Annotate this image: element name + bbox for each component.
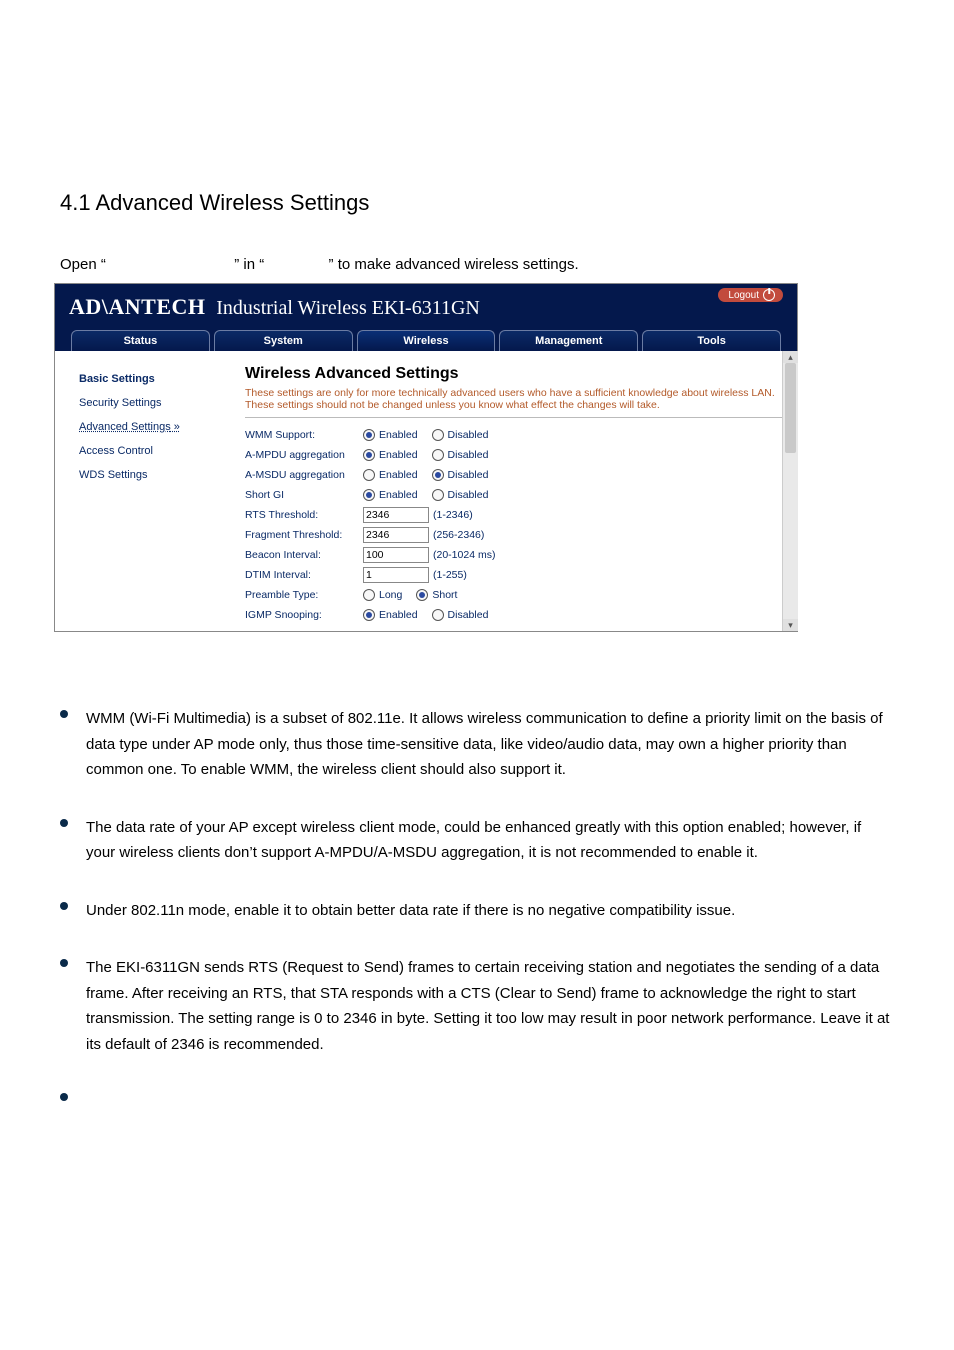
bullet-1-text: WMM (Wi-Fi Multimedia) is a subset of 80…	[86, 706, 894, 783]
label-dtim: DTIM Interval:	[245, 569, 357, 581]
hint-frag: (256-2346)	[433, 529, 484, 541]
hint-dtim: (1-255)	[433, 569, 467, 581]
scroll-down-icon[interactable]: ▾	[783, 619, 798, 631]
prose-section: WMM (Wi-Fi Multimedia) is a subset of 80…	[60, 702, 894, 1101]
row-frag: Fragment Threshold: (256-2346)	[245, 526, 783, 544]
label-igmp: IGMP Snooping:	[245, 609, 357, 621]
row-igmp: IGMP Snooping: Enabled Disabled	[245, 606, 783, 624]
intro-line: Open “ ” in “ ” to make advanced wireles…	[60, 256, 894, 273]
sidebar: Basic Settings Security Settings Advance…	[55, 351, 241, 631]
bullet-icon	[60, 819, 68, 827]
embedded-screenshot: AD\ANTECH Industrial Wireless EKI-6311GN…	[54, 283, 798, 632]
row-rts: RTS Threshold: (1-2346)	[245, 506, 783, 524]
bullet-3-text: Under 802.11n mode, enable it to obtain …	[86, 898, 894, 924]
hint-rts: (1-2346)	[433, 509, 473, 521]
power-icon	[763, 289, 775, 301]
row-shortgi: Short GI Enabled Disabled	[245, 486, 783, 504]
radio-amsdu-disabled[interactable]: Disabled	[432, 469, 489, 481]
scroll-up-icon[interactable]: ▴	[783, 351, 798, 363]
intro-mid: ” in “	[234, 256, 264, 273]
top-tabs: Status System Wireless Management Tools	[55, 330, 797, 351]
bullet-icon	[60, 959, 68, 967]
bullet-icon	[60, 710, 68, 718]
content-panel: Wireless Advanced Settings These setting…	[241, 351, 797, 631]
radio-ampdu-disabled[interactable]: Disabled	[432, 449, 489, 461]
label-ampdu: A-MPDU aggregation	[245, 449, 357, 461]
label-preamble: Preamble Type:	[245, 589, 357, 601]
hint-beacon: (20-1024 ms)	[433, 549, 495, 561]
panel-divider	[245, 417, 783, 418]
radio-wmm-enabled[interactable]: Enabled	[363, 429, 418, 441]
input-dtim[interactable]	[363, 567, 429, 583]
brand-subtitle: Industrial Wireless EKI-6311GN	[216, 297, 480, 319]
row-ampdu: A-MPDU aggregation Enabled Disabled	[245, 446, 783, 464]
brand-logo-text: AD\ANTECH	[69, 294, 206, 319]
radio-preamble-long[interactable]: Long	[363, 589, 402, 601]
tab-wireless[interactable]: Wireless	[357, 330, 496, 351]
radio-shortgi-enabled[interactable]: Enabled	[363, 489, 418, 501]
sidebar-item-security[interactable]: Security Settings	[79, 391, 237, 415]
label-shortgi: Short GI	[245, 489, 357, 501]
app-header: AD\ANTECH Industrial Wireless EKI-6311GN…	[55, 284, 797, 330]
input-frag[interactable]	[363, 527, 429, 543]
panel-title: Wireless Advanced Settings	[245, 365, 783, 383]
radio-igmp-enabled[interactable]: Enabled	[363, 609, 418, 621]
sidebar-item-basic[interactable]: Basic Settings	[79, 367, 237, 391]
label-frag: Fragment Threshold:	[245, 529, 357, 541]
app-body: Basic Settings Security Settings Advance…	[55, 351, 797, 631]
radio-preamble-short[interactable]: Short	[416, 589, 457, 601]
bullet-2: The data rate of your AP except wireless…	[60, 811, 894, 890]
label-rts: RTS Threshold:	[245, 509, 357, 521]
scroll-thumb[interactable]	[785, 363, 796, 453]
tab-system[interactable]: System	[214, 330, 353, 351]
intro-prefix: Open “	[60, 256, 106, 273]
radio-shortgi-disabled[interactable]: Disabled	[432, 489, 489, 501]
tab-tools[interactable]: Tools	[642, 330, 781, 351]
label-wmm: WMM Support:	[245, 429, 357, 441]
tab-management[interactable]: Management	[499, 330, 638, 351]
label-beacon: Beacon Interval:	[245, 549, 357, 561]
radio-wmm-disabled[interactable]: Disabled	[432, 429, 489, 441]
intro-suffix: ” to make advanced wireless settings.	[329, 256, 579, 273]
tab-status[interactable]: Status	[71, 330, 210, 351]
bullet-4: The EKI-6311GN sends RTS (Request to Sen…	[60, 951, 894, 1081]
section-heading: 4.1 Advanced Wireless Settings	[60, 190, 894, 216]
row-preamble: Preamble Type: Long Short	[245, 586, 783, 604]
row-amsdu: A-MSDU aggregation Enabled Disabled	[245, 466, 783, 484]
label-amsdu: A-MSDU aggregation	[245, 469, 357, 481]
logout-button[interactable]: Logout	[718, 288, 783, 302]
sidebar-item-access[interactable]: Access Control	[79, 439, 237, 463]
bullet-5	[60, 1085, 894, 1101]
input-beacon[interactable]	[363, 547, 429, 563]
bullet-2-text: The data rate of your AP except wireless…	[86, 815, 894, 866]
radio-igmp-disabled[interactable]: Disabled	[432, 609, 489, 621]
radio-ampdu-enabled[interactable]: Enabled	[363, 449, 418, 461]
row-beacon: Beacon Interval: (20-1024 ms)	[245, 546, 783, 564]
bullet-icon	[60, 902, 68, 910]
sidebar-item-advanced[interactable]: Advanced Settings	[79, 415, 237, 439]
row-dtim: DTIM Interval: (1-255)	[245, 566, 783, 584]
sidebar-item-wds[interactable]: WDS Settings	[79, 463, 237, 487]
input-rts[interactable]	[363, 507, 429, 523]
radio-amsdu-enabled[interactable]: Enabled	[363, 469, 418, 481]
logout-label: Logout	[728, 290, 759, 301]
row-wmm: WMM Support: Enabled Disabled	[245, 426, 783, 444]
bullet-3: Under 802.11n mode, enable it to obtain …	[60, 894, 894, 948]
brand: AD\ANTECH Industrial Wireless EKI-6311GN	[69, 294, 480, 320]
scrollbar[interactable]: ▴ ▾	[782, 351, 798, 631]
bullet-icon	[60, 1093, 68, 1101]
bullet-4-text: The EKI-6311GN sends RTS (Request to Sen…	[86, 955, 894, 1057]
panel-warning-note: These settings are only for more technic…	[245, 387, 783, 411]
bullet-1: WMM (Wi-Fi Multimedia) is a subset of 80…	[60, 702, 894, 807]
